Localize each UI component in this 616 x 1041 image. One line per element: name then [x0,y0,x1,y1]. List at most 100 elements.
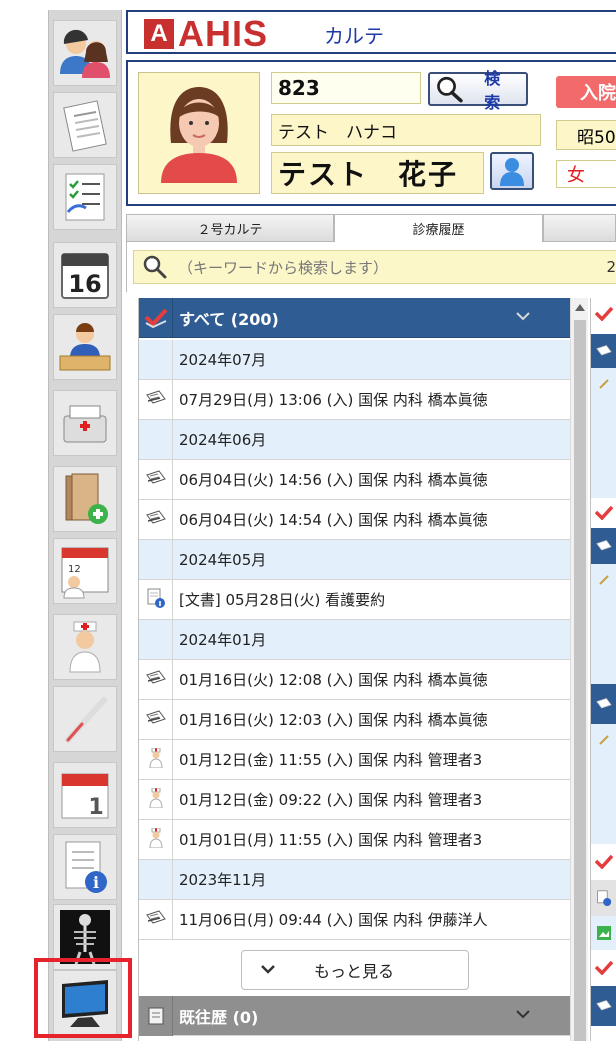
folder-add-button[interactable] [53,466,117,532]
rx-pad-icon [145,909,167,931]
checklist-icon [65,173,105,221]
detail-pen-icon [591,368,616,498]
tab-history[interactable]: 診療履歴 [334,214,543,242]
entry-icon-cell [139,499,173,540]
checklist-button[interactable] [53,164,117,230]
entry-label: 01月16日(火) 12:03 (入) 国保 内科 橋本眞徳 [179,711,488,729]
entry-icon-cell [139,899,173,940]
nurse-icon [148,747,164,772]
reception-button[interactable] [53,314,117,380]
month-icon-cell [139,859,173,900]
check-icon-cell [139,298,173,338]
patient-id-field[interactable]: 823 [271,72,421,104]
app-root: 16 12 1 i A AHIS カルテ 823 検 索 テスト ハナコ テスト… [0,0,616,1041]
calendar-16-button[interactable]: 16 [53,242,117,308]
nurse-button[interactable] [53,614,117,680]
entry-icon-cell [139,659,173,700]
past-history-header[interactable]: 既往歴 (0) [139,995,570,1036]
entry-icon-cell [139,379,173,420]
thermometer-button[interactable] [53,686,117,752]
info-document-button[interactable]: i [53,834,117,900]
history-entry-row[interactable]: 01月12日(金) 11:55 (入) 国保 内科 管理者3 [139,739,570,780]
register-icon [63,405,107,443]
svg-text:16: 16 [68,270,101,298]
insurance-form-icon [63,100,107,152]
patient-search-button[interactable]: 検 索 [428,69,528,112]
month-row: 2024年05月 [139,539,570,580]
history-scrollbar[interactable] [570,298,588,1041]
tab-karte2[interactable]: ２号カルテ [126,214,334,242]
schedule-calendar-icon: 12 [61,547,109,599]
rx-pad-icon [145,669,167,691]
reception-icon [59,323,111,371]
monitor-button[interactable] [53,970,117,1036]
ahis-logo: A AHIS [144,16,268,52]
person-icon [500,158,524,186]
check-icon [144,308,167,328]
entry-icon-cell [139,779,173,820]
history-list: すべて (200) 2024年07月 07月29日(月) 13:06 (入) 国保… [138,298,570,1041]
entry-label: 01月12日(金) 11:55 (入) 国保 内科 管理者3 [179,751,483,769]
folder-add-icon [65,473,108,524]
keyword-search-input[interactable]: （キーワードから検索します） [133,250,616,284]
history-entry-row[interactable]: 06月04日(火) 14:56 (入) 国保 内科 橋本眞徳 [139,459,570,500]
register-button[interactable] [53,390,117,456]
month-label: 2024年06月 [179,431,267,449]
history-entry-row[interactable]: 06月04日(火) 14:54 (入) 国保 内科 橋本眞徳 [139,499,570,540]
month-row: 2024年01月 [139,619,570,660]
rx-pad-icon [145,709,167,731]
detail-pen-icon [591,724,616,844]
detail-pen-icon [591,564,616,684]
month-icon-cell [139,419,173,460]
nurse-icon [148,827,164,852]
left-toolbar: 16 12 1 i [48,10,122,1041]
history-all-header[interactable]: すべて (200) [139,298,570,338]
app-title: カルテ [324,24,384,48]
info-document-icon: i [65,841,107,893]
detail-rx-pad-icon [591,684,616,724]
entry-icon-cell [139,819,173,860]
tab-bar: ２号カルテ 診療履歴 [126,214,616,242]
chevron-down-icon[interactable] [515,1008,531,1020]
month-label: 2024年05月 [179,551,267,569]
detail-rx-pad-icon [591,334,616,368]
entry-label: 11月06日(月) 09:44 (入) 国保 内科 伊藤洋人 [179,911,488,929]
patients-button[interactable] [53,20,117,86]
chevron-down-icon[interactable] [515,310,531,322]
calendar-1-button[interactable]: 1 [53,762,117,828]
month-row: 2024年06月 [139,419,570,460]
history-entry-row[interactable]: 11月06日(月) 09:44 (入) 国保 内科 伊藤洋人 [139,899,570,940]
month-label: 2023年11月 [179,871,267,889]
history-entry-row[interactable]: 07月29日(月) 13:06 (入) 国保 内科 橋本眞徳 [139,379,570,420]
detail-rx-pad-icon [591,986,616,1026]
admission-status-badge: 入院 [556,76,616,108]
show-more-button[interactable]: もっと見る [241,950,469,990]
scroll-thumb[interactable] [574,320,586,1041]
month-label: 2024年07月 [179,351,267,369]
scroll-up-icon[interactable] [575,304,585,311]
svg-text:1: 1 [88,795,103,820]
history-entry-row[interactable]: 01月01日(月) 11:55 (入) 国保 内科 管理者3 [139,819,570,860]
entry-label: [文書] 05月28日(火) 看護要約 [179,591,386,609]
patient-kana-field: テスト ハナコ [271,114,541,146]
xray-button[interactable] [53,904,117,970]
history-entry-row[interactable]: 01月16日(火) 12:08 (入) 国保 内科 橋本眞徳 [139,659,570,700]
history-entry-row[interactable]: 01月12日(金) 09:22 (入) 国保 内科 管理者3 [139,779,570,820]
keyword-placeholder: （キーワードから検索します） [178,258,389,277]
history-entry-row[interactable]: [文書] 05月28日(火) 看護要約 [139,579,570,620]
month-label: 2024年01月 [179,631,267,649]
history-entry-row[interactable]: 01月16日(火) 12:03 (入) 国保 内科 橋本眞徳 [139,699,570,740]
xray-icon [60,910,110,965]
sex-field: 女 [556,160,616,188]
rx-pad-icon [145,389,167,411]
detail-check-icon [591,950,616,986]
month-icon-cell [139,339,173,380]
schedule-calendar-button[interactable]: 12 [53,538,117,604]
calendar-16-icon: 16 [61,253,109,299]
past-history-icon-cell [139,995,173,1036]
show-more-label: もっと見る [314,962,395,981]
insurance-form-button[interactable] [53,92,117,158]
thermometer-icon [65,697,107,743]
tab-extra[interactable] [543,214,616,242]
patient-detail-button[interactable] [490,152,534,190]
